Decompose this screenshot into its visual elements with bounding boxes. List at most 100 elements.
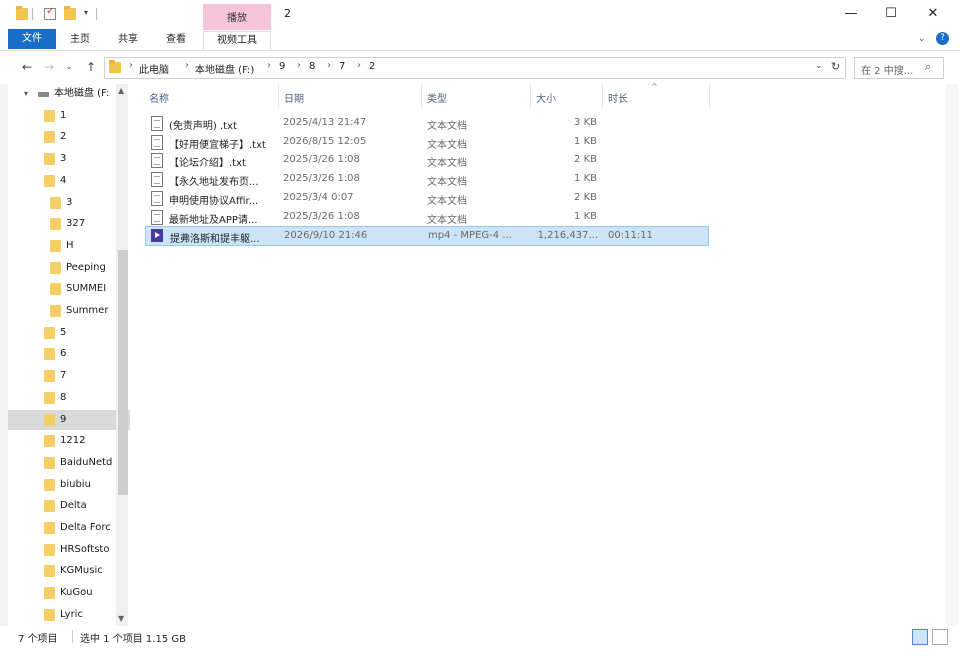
tab-home[interactable]: 主页 <box>62 31 98 49</box>
nav-item[interactable]: Lyric <box>8 605 130 625</box>
file-row[interactable]: 提弗洛斯和提丰躯... 2026/9/10 21:46 mp4 - MPEG-4 .… <box>145 226 709 247</box>
folder-icon <box>44 348 55 361</box>
back-button[interactable]: ← <box>18 58 36 76</box>
column-header: 名称 日期 类型 大小 时长 ^ <box>145 82 710 108</box>
nav-item[interactable]: 5 <box>8 323 130 343</box>
properties-icon[interactable]: ✓ <box>44 6 56 20</box>
refresh-icon[interactable]: ↻ <box>831 60 840 73</box>
nav-item-label: Delta <box>60 500 87 512</box>
main-scrollbar[interactable] <box>946 84 958 626</box>
nav-item[interactable]: Summer <box>8 301 130 321</box>
sort-arrow-icon: ^ <box>651 82 658 91</box>
file-size: 1,216,437... <box>537 230 598 242</box>
minimize-button[interactable]: — <box>836 4 866 24</box>
file-row[interactable]: 最新地址及APP请... 2025/3/26 1:08 文本文档 1 KB <box>145 208 707 226</box>
breadcrumb-8[interactable]: 8 <box>309 61 315 72</box>
nav-item[interactable]: Delta Forc <box>8 518 130 538</box>
breadcrumb-7[interactable]: 7 <box>339 61 345 72</box>
tab-video-tools[interactable]: 视频工具 <box>203 31 271 50</box>
text-file-icon <box>151 116 163 131</box>
breadcrumb-this-pc[interactable]: 此电脑 <box>139 61 169 76</box>
breadcrumb-2[interactable]: 2 <box>369 61 375 72</box>
left-edge <box>0 84 8 626</box>
file-row[interactable]: 【好用便宜梯子】.txt 2026/8/15 12:05 文本文档 1 KB <box>145 133 707 151</box>
nav-item-label: Summer <box>66 305 109 316</box>
search-input[interactable]: 在 2 中搜... ⌕ <box>854 57 944 79</box>
nav-item[interactable]: SUMMEI <box>8 279 130 299</box>
selection-info: 选中 1 个项目 1.15 GB <box>80 634 186 645</box>
nav-item[interactable]: 3 <box>8 149 130 169</box>
address-dropdown-icon[interactable]: ⌄ <box>815 61 823 71</box>
nav-item[interactable]: HRSoftsto <box>8 540 130 560</box>
nav-item[interactable]: H <box>8 236 130 256</box>
context-tab-play[interactable]: 播放 <box>203 4 271 30</box>
nav-item-label: 1212 <box>60 435 86 447</box>
nav-scroll-thumb[interactable] <box>118 250 128 495</box>
maximize-button[interactable]: ☐ <box>876 4 906 24</box>
file-row[interactable]: 【永久地址发布页... 2025/3/26 1:08 文本文档 1 KB <box>145 170 707 188</box>
column-type[interactable]: 类型 <box>427 90 447 105</box>
nav-item[interactable]: KGMusic <box>8 561 130 581</box>
nav-item-label: H <box>66 239 74 251</box>
nav-item[interactable]: BaiduNetd <box>8 453 130 473</box>
tab-view[interactable]: 查看 <box>158 31 194 49</box>
tab-share[interactable]: 共享 <box>110 31 146 49</box>
ribbon-expand-icon[interactable]: ⌄ <box>918 34 926 44</box>
address-bar[interactable]: › 此电脑 › 本地磁盘 (F:) › 9 › 8 › 7 › 2 ⌄ ↻ <box>104 57 846 79</box>
nav-item-label: 4 <box>60 174 67 186</box>
chevron-down-icon[interactable]: ▾ <box>84 8 96 20</box>
nav-item[interactable]: 7 <box>8 366 130 386</box>
nav-item[interactable]: 1 <box>8 106 130 126</box>
folder-icon <box>50 261 61 274</box>
nav-item[interactable]: 2 <box>8 127 130 147</box>
nav-item[interactable]: 3 <box>8 193 130 213</box>
column-duration[interactable]: 时长 <box>608 90 628 105</box>
nav-item[interactable]: ▾ 本地磁盘 (F: <box>8 84 130 104</box>
folder-icon <box>44 326 55 339</box>
scroll-down-arrow[interactable]: ▼ <box>118 614 124 623</box>
new-folder-icon[interactable] <box>64 6 76 20</box>
file-size: 3 KB <box>574 117 597 128</box>
help-icon[interactable]: ? <box>936 32 949 45</box>
nav-item[interactable]: KuGou <box>8 583 130 603</box>
folder-icon <box>44 565 55 578</box>
column-size[interactable]: 大小 <box>536 90 556 105</box>
window-title: 2 <box>284 7 291 20</box>
nav-item[interactable]: 1212 <box>8 431 130 451</box>
ribbon-tabs: 文件 主页 共享 查看 视频工具 ⌄ ? <box>0 28 960 51</box>
nav-item-label: Lyric <box>60 608 83 620</box>
folder-icon <box>109 60 121 73</box>
file-size: 2 KB <box>574 191 597 203</box>
nav-item[interactable]: Delta <box>8 496 130 516</box>
close-button[interactable]: ✕ <box>918 4 948 24</box>
address-row: ← → ⌄ ↑ › 此电脑 › 本地磁盘 (F:) › 9 › 8 › 7 › … <box>0 52 960 82</box>
tab-file[interactable]: 文件 <box>8 29 56 49</box>
scroll-up-arrow[interactable]: ▲ <box>118 86 124 95</box>
breadcrumb-drive[interactable]: 本地磁盘 (F:) <box>195 61 254 76</box>
details-view-button[interactable] <box>912 629 928 645</box>
file-size: 1 KB <box>574 173 597 185</box>
up-button[interactable]: ↑ <box>82 58 100 76</box>
recent-locations-button[interactable]: ⌄ <box>60 58 78 76</box>
nav-item[interactable]: biubiu <box>8 475 130 495</box>
nav-item-label: KuGou <box>60 587 93 599</box>
expand-arrow-icon[interactable]: ▾ <box>24 84 28 104</box>
column-date[interactable]: 日期 <box>284 90 304 105</box>
file-row[interactable]: (免责声明) .txt 2025/4/13 21:47 文本文档 3 KB <box>145 114 707 132</box>
file-date: 2025/3/26 1:08 <box>283 154 360 166</box>
nav-item[interactable]: Peeping <box>8 258 130 278</box>
nav-item[interactable]: 327 <box>8 214 130 234</box>
file-row[interactable]: 【论坛介绍】.txt 2025/3/26 1:08 文本文档 2 KB <box>145 151 707 169</box>
nav-item[interactable]: 4 <box>8 171 130 191</box>
file-date: 2026/9/10 21:46 <box>284 230 368 242</box>
breadcrumb-9[interactable]: 9 <box>279 61 285 72</box>
folder-icon <box>50 239 61 252</box>
file-row[interactable]: 申明使用协议Affir... 2025/3/4 0:07 文本文档 2 KB <box>145 189 707 207</box>
large-icons-view-button[interactable] <box>932 629 948 645</box>
nav-item[interactable]: 6 <box>8 344 130 364</box>
nav-item[interactable]: 8 <box>8 388 130 408</box>
nav-item-label: 3 <box>60 153 67 165</box>
column-name[interactable]: 名称 <box>149 90 169 105</box>
nav-item[interactable]: 9 <box>8 409 130 430</box>
forward-button[interactable]: → <box>40 58 58 76</box>
